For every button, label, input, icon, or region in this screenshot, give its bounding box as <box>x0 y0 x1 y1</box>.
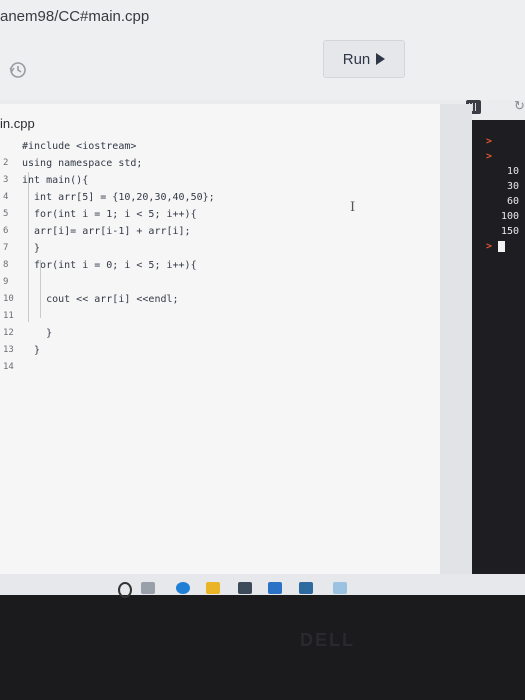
indent-guide <box>40 260 41 318</box>
app-icon[interactable] <box>333 582 347 594</box>
code-line[interactable]: cout << arr[i] <<endl; <box>22 291 432 308</box>
line-number: 3 <box>3 175 9 185</box>
console-output-line: 30 <box>506 181 519 192</box>
console-input-line[interactable]: > <box>472 239 525 254</box>
top-bar: anem98/CC#main.cpp Run <box>0 0 525 100</box>
refresh-icon[interactable]: ↻ <box>514 98 525 114</box>
code-line[interactable]: } <box>22 325 432 342</box>
repo-title: anem98/CC#main.cpp <box>0 8 150 25</box>
line-number: 13 <box>3 345 14 355</box>
console-output[interactable]: > >10 30 60 100 150 > <box>472 120 525 590</box>
code-line[interactable] <box>22 308 432 325</box>
code-line[interactable]: for(int i = 1; i < 5; i++){ <box>22 206 432 223</box>
screen: anem98/CC#main.cpp Run ↻ in.cpp 2 3 4 5 6 7 8 9… <box>0 0 525 595</box>
line-number: 12 <box>3 328 14 338</box>
line-number: 7 <box>3 243 9 253</box>
monitor-logo: DELL <box>300 630 355 650</box>
task-view-icon[interactable] <box>141 582 155 594</box>
code-line[interactable]: for(int i = 0; i < 5; i++){ <box>22 257 432 274</box>
console-output-line: 60 <box>506 196 519 207</box>
code-area[interactable]: #include <iostream> using namespace std; i… <box>22 138 432 376</box>
file-tab[interactable]: in.cpp <box>0 116 35 131</box>
code-line[interactable]: } <box>22 342 432 359</box>
indent-guide <box>28 172 29 322</box>
code-line[interactable]: int arr[5] = {10,20,30,40,50}; <box>22 189 432 206</box>
line-number: 4 <box>3 192 9 202</box>
line-number: 5 <box>3 209 9 219</box>
taskbar <box>0 574 525 595</box>
console-output-line: 100 <box>500 211 519 222</box>
code-line[interactable]: int main(){ <box>22 172 432 189</box>
file-explorer-icon[interactable] <box>206 582 220 594</box>
code-line[interactable]: arr[i]= arr[i-1] + arr[i]; <box>22 223 432 240</box>
line-number <box>0 138 22 155</box>
line-number: 2 <box>3 158 9 168</box>
console-output-line: 150 <box>500 226 519 237</box>
line-number: 14 <box>3 362 14 372</box>
code-line[interactable]: using namespace std; <box>22 155 432 172</box>
code-editor[interactable]: in.cpp 2 3 4 5 6 7 8 9 10 11 12 13 14 #include <iost… <box>0 104 440 580</box>
store-icon[interactable] <box>238 582 252 594</box>
console-prompt: > <box>486 241 493 252</box>
chat-icon[interactable] <box>299 582 313 594</box>
code-line[interactable]: } <box>22 240 432 257</box>
line-number: 8 <box>3 260 9 270</box>
start-icon[interactable] <box>118 582 132 598</box>
text-cursor-icon: I <box>350 200 356 215</box>
mail-icon[interactable] <box>268 582 282 594</box>
line-number: 9 <box>3 277 9 287</box>
play-icon <box>376 53 386 65</box>
editor-scrollbar[interactable] <box>440 104 472 580</box>
run-button-label: Run <box>342 50 371 68</box>
console-output-line: 10 <box>506 166 519 177</box>
edge-icon[interactable] <box>176 582 190 594</box>
console-prompt: > <box>486 151 493 162</box>
line-number: 11 <box>3 311 14 321</box>
run-button[interactable]: Run <box>323 40 405 78</box>
code-line[interactable] <box>22 274 432 291</box>
line-number: 10 <box>3 294 14 304</box>
code-line[interactable]: #include <iostream> <box>22 138 432 155</box>
code-line[interactable] <box>22 359 432 376</box>
console-cursor <box>498 240 506 252</box>
line-number: 6 <box>3 226 9 236</box>
line-number-gutter: 2 3 4 5 6 7 8 9 10 11 12 13 14 <box>0 138 22 376</box>
history-icon[interactable] <box>8 60 28 80</box>
console-prompt: > <box>486 136 493 147</box>
